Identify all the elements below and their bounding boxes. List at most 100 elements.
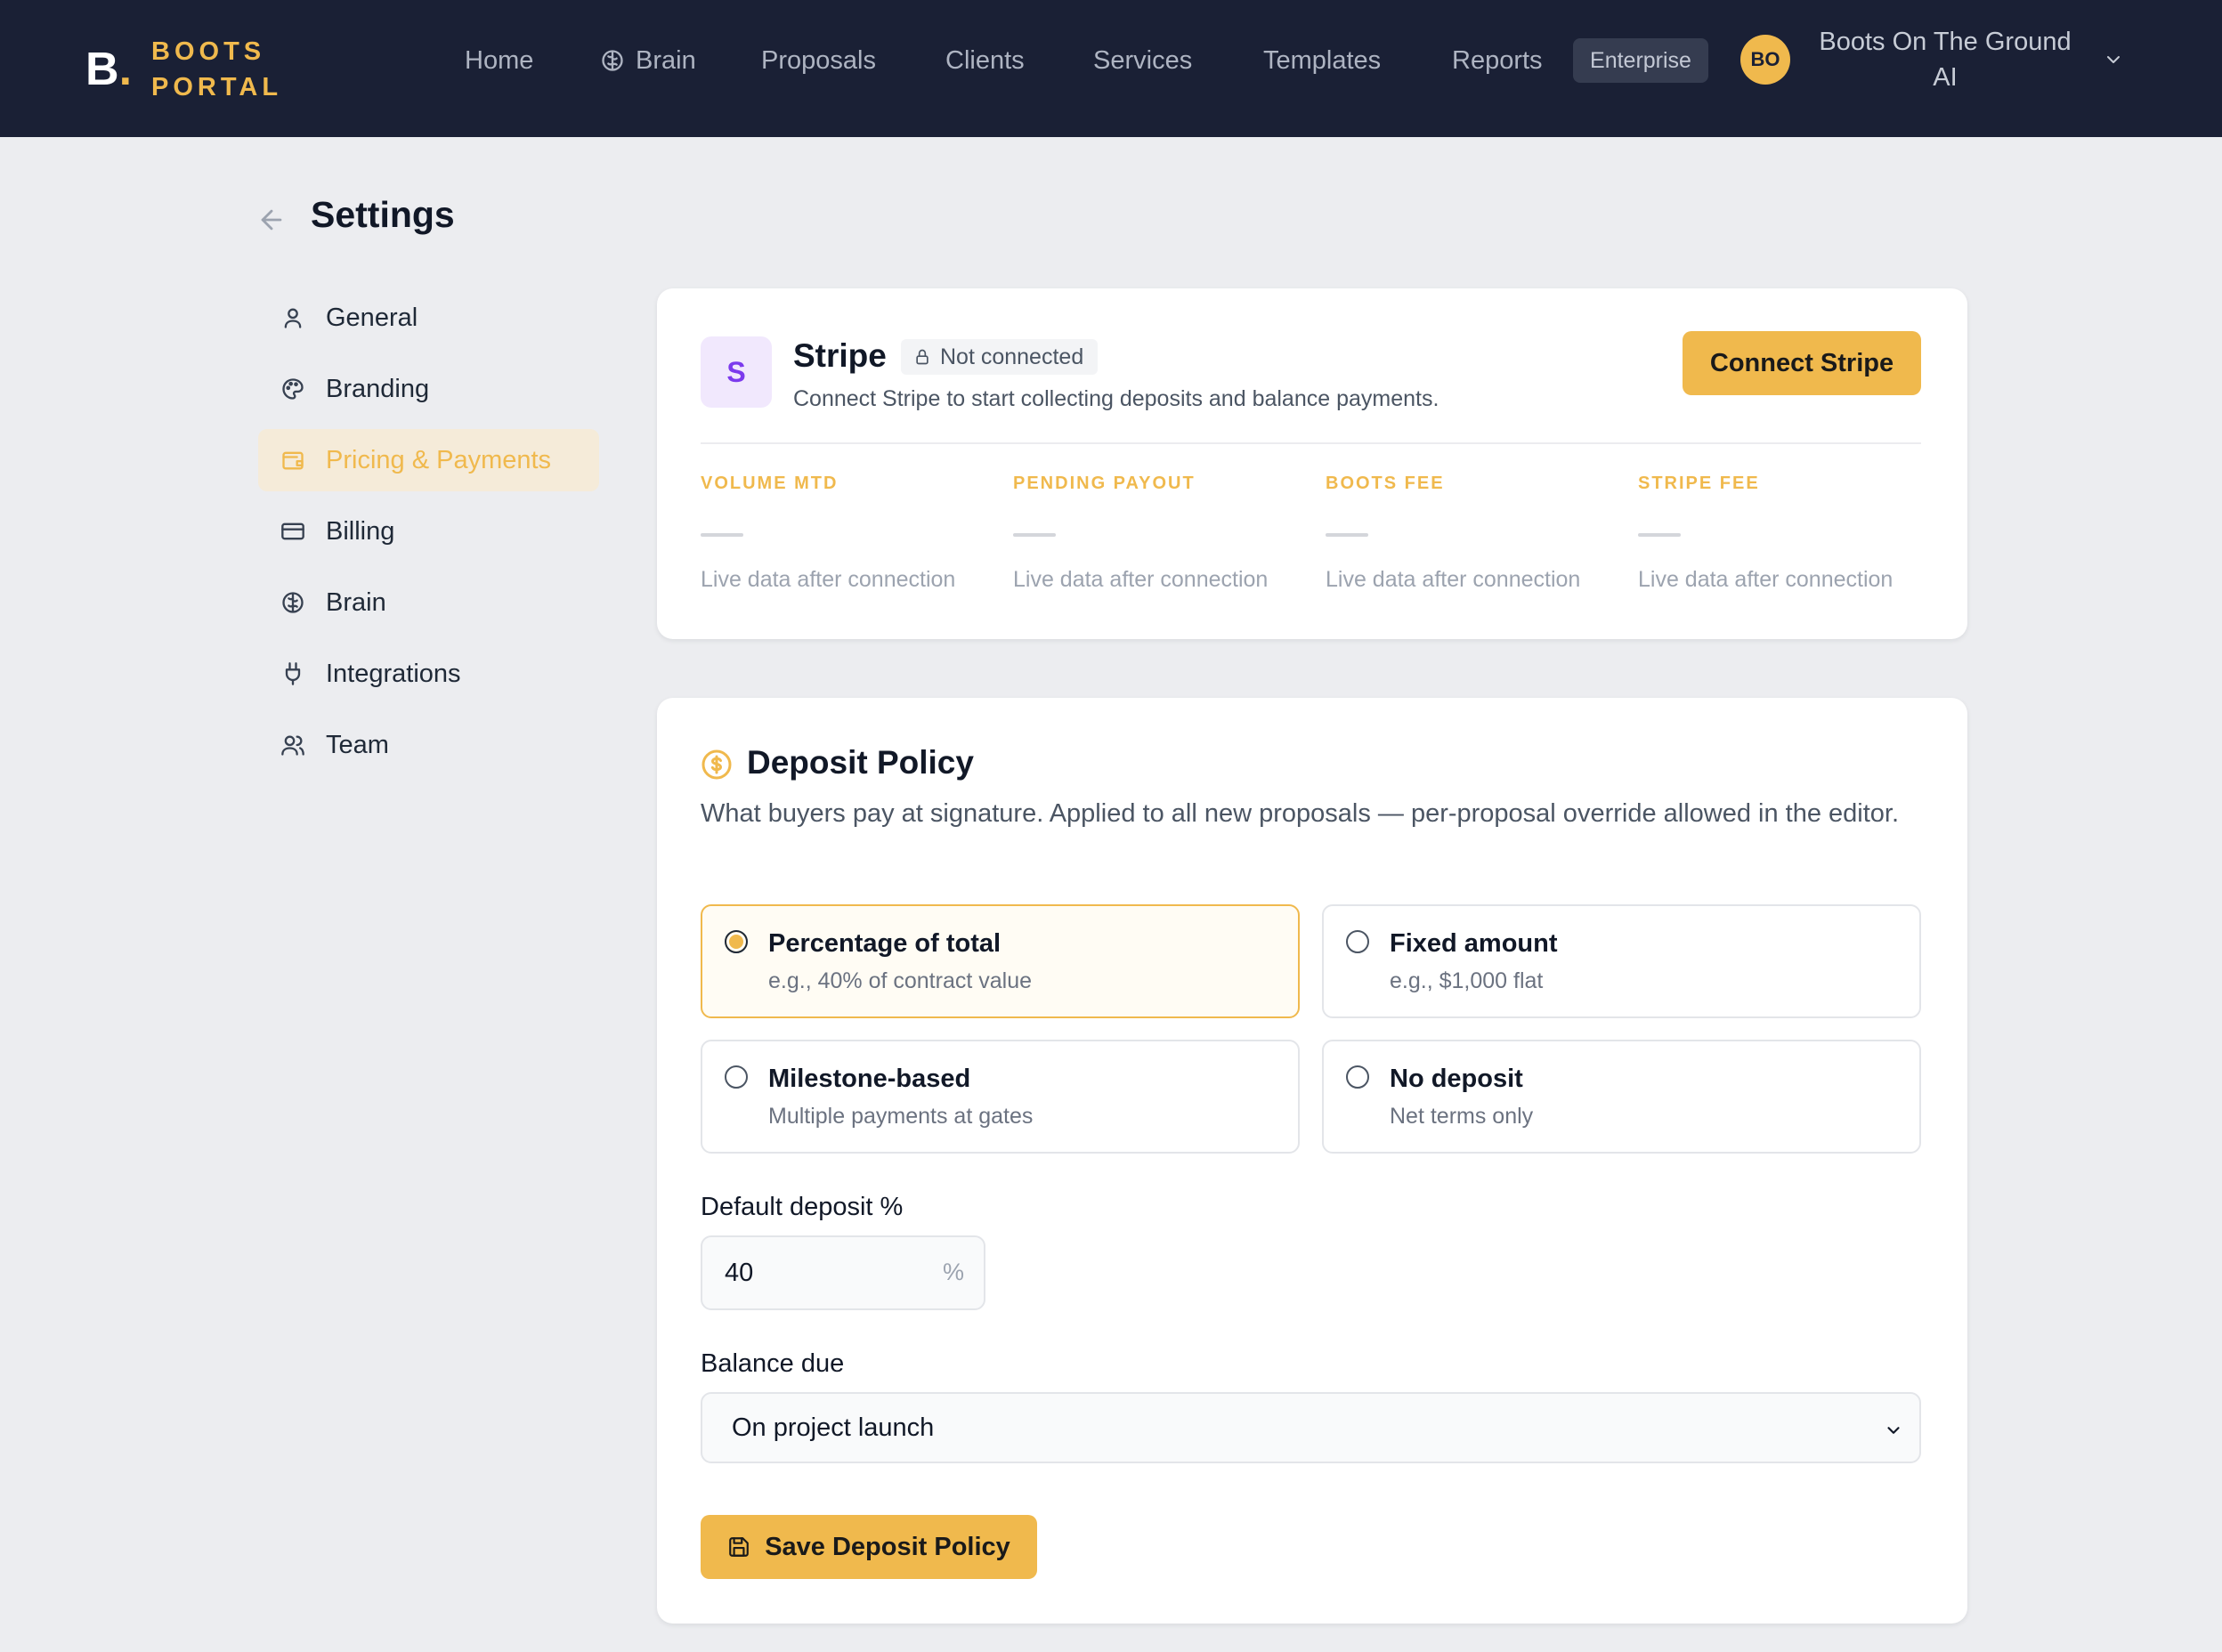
- top-navigation-bar: B. BOOTS PORTAL Home Brain Proposals Cli…: [0, 0, 2222, 137]
- sidebar-item-label: Integrations: [326, 659, 461, 688]
- chevron-down-icon: [1887, 1427, 1900, 1434]
- default-deposit-input[interactable]: [702, 1237, 934, 1308]
- sidebar-item-label: Team: [326, 730, 389, 759]
- sidebar-item-billing[interactable]: Billing: [258, 500, 599, 563]
- user-icon: [280, 304, 306, 331]
- metric-note: Live data after connection: [1326, 567, 1581, 592]
- metric-volume-mtd: VOLUME MTD Live data after connection: [701, 474, 1003, 593]
- chevron-down-icon[interactable]: [2103, 49, 2124, 70]
- nav-services-label: Services: [1093, 45, 1193, 75]
- option-percentage-of-total[interactable]: Percentage of total e.g., 40% of contrac…: [701, 904, 1300, 1018]
- divider: [701, 442, 1921, 444]
- dollar-circle-icon: [701, 749, 732, 780]
- balance-due-select[interactable]: On project launch: [701, 1392, 1921, 1463]
- stripe-logo: S: [701, 336, 772, 408]
- metric-placeholder-dash: [1013, 533, 1056, 537]
- metric-pending-payout: PENDING PAYOUT Live data after connectio…: [1013, 474, 1316, 593]
- sidebar-item-label: General: [326, 303, 418, 332]
- stripe-connection-card: S Stripe Not connected Connect Stripe to…: [657, 288, 1967, 639]
- metric-stripe-fee: STRIPE FEE Live data after connection: [1638, 474, 1941, 593]
- brand-logo[interactable]: B. BOOTS PORTAL: [85, 27, 282, 111]
- option-title: No deposit: [1390, 1065, 1523, 1093]
- option-fixed-amount[interactable]: Fixed amount e.g., $1,000 flat: [1322, 904, 1921, 1018]
- brand-name-line1: BOOTS: [151, 36, 266, 66]
- metric-placeholder-dash: [1638, 533, 1681, 537]
- option-subtitle: Multiple payments at gates: [768, 1104, 1034, 1129]
- nav-reports-label: Reports: [1452, 45, 1543, 75]
- nav-services[interactable]: Services: [1093, 37, 1192, 84]
- brain-icon: [280, 589, 306, 616]
- connect-stripe-button[interactable]: Connect Stripe: [1683, 331, 1921, 395]
- stripe-description: Connect Stripe to start collecting depos…: [793, 386, 1439, 411]
- option-title: Fixed amount: [1390, 929, 1558, 958]
- metric-note: Live data after connection: [1013, 567, 1269, 592]
- balance-due-label: Balance due: [701, 1349, 845, 1378]
- metric-label: BOOTS FEE: [1326, 474, 1445, 493]
- default-deposit-field: %: [701, 1235, 985, 1310]
- metric-label: PENDING PAYOUT: [1013, 474, 1196, 493]
- radio-selected[interactable]: [725, 930, 748, 953]
- palette-icon: [280, 376, 306, 402]
- nav-clients-label: Clients: [945, 45, 1025, 75]
- metric-note: Live data after connection: [701, 567, 956, 592]
- lock-icon: [916, 349, 929, 365]
- sidebar-item-integrations[interactable]: Integrations: [258, 643, 599, 705]
- metric-note: Live data after connection: [1638, 567, 1894, 592]
- option-title: Percentage of total: [768, 929, 1002, 958]
- radio[interactable]: [1346, 1065, 1369, 1089]
- nav-templates[interactable]: Templates: [1263, 37, 1381, 84]
- wallet-icon: [280, 447, 306, 474]
- sidebar-item-label: Brain: [326, 587, 386, 617]
- radio[interactable]: [1346, 930, 1369, 953]
- save-deposit-policy-button[interactable]: Save Deposit Policy: [701, 1515, 1037, 1579]
- nav-brain-label: Brain: [636, 45, 696, 75]
- brand-name-line2: PORTAL: [151, 72, 283, 101]
- brand-mark: B: [85, 43, 119, 95]
- metric-label: VOLUME MTD: [701, 474, 839, 493]
- metric-placeholder-dash: [701, 533, 743, 537]
- stripe-title: Stripe: [793, 337, 887, 374]
- metric-placeholder-dash: [1326, 533, 1368, 537]
- option-milestone-based[interactable]: Milestone-based Multiple payments at gat…: [701, 1040, 1300, 1154]
- avatar[interactable]: BO: [1740, 35, 1790, 85]
- sidebar-item-label: Pricing & Payments: [326, 445, 552, 474]
- option-no-deposit[interactable]: No deposit Net terms only: [1322, 1040, 1921, 1154]
- users-icon: [280, 732, 306, 758]
- brain-icon: [602, 50, 623, 71]
- page-title: Settings: [311, 194, 455, 235]
- nav-templates-label: Templates: [1263, 45, 1382, 75]
- section-description: What buyers pay at signature. Applied to…: [701, 799, 1900, 828]
- sidebar-item-label: Billing: [326, 516, 395, 546]
- plan-badge: Enterprise: [1573, 38, 1708, 83]
- account-name[interactable]: Boots On The Ground AI: [1807, 24, 2083, 95]
- default-deposit-label: Default deposit %: [701, 1193, 904, 1221]
- nav-home-label: Home: [465, 45, 534, 75]
- plug-icon: [280, 660, 306, 687]
- nav-reports[interactable]: Reports: [1452, 37, 1543, 84]
- sidebar-item-brain[interactable]: Brain: [258, 571, 599, 634]
- nav-proposals[interactable]: Proposals: [761, 37, 876, 84]
- status-badge: Not connected: [901, 339, 1099, 375]
- option-subtitle: Net terms only: [1390, 1104, 1534, 1129]
- metric-label: STRIPE FEE: [1638, 474, 1760, 493]
- sidebar-item-team[interactable]: Team: [258, 714, 599, 776]
- sidebar-item-pricing-payments[interactable]: Pricing & Payments: [258, 429, 599, 491]
- section-title: Deposit Policy: [747, 744, 974, 781]
- sidebar-item-label: Branding: [326, 374, 430, 403]
- save-icon: [729, 1537, 750, 1557]
- nav-proposals-label: Proposals: [761, 45, 876, 75]
- nav-home[interactable]: Home: [465, 37, 533, 84]
- nav-clients[interactable]: Clients: [945, 37, 1025, 84]
- balance-due-value: On project launch: [732, 1413, 935, 1442]
- status-badge-label: Not connected: [940, 344, 1084, 369]
- nav-brain[interactable]: Brain: [600, 37, 696, 84]
- radio[interactable]: [725, 1065, 748, 1089]
- brand-name: BOOTS PORTAL: [151, 34, 282, 105]
- metric-boots-fee: BOOTS FEE Live data after connection: [1326, 474, 1628, 593]
- option-subtitle: e.g., 40% of contract value: [768, 968, 1033, 993]
- percent-suffix: %: [942, 1259, 964, 1285]
- sidebar-item-general[interactable]: General: [258, 287, 599, 349]
- sidebar-item-branding[interactable]: Branding: [258, 358, 599, 420]
- back-arrow-icon[interactable]: [256, 205, 287, 235]
- brand-mark-dot: .: [118, 43, 133, 95]
